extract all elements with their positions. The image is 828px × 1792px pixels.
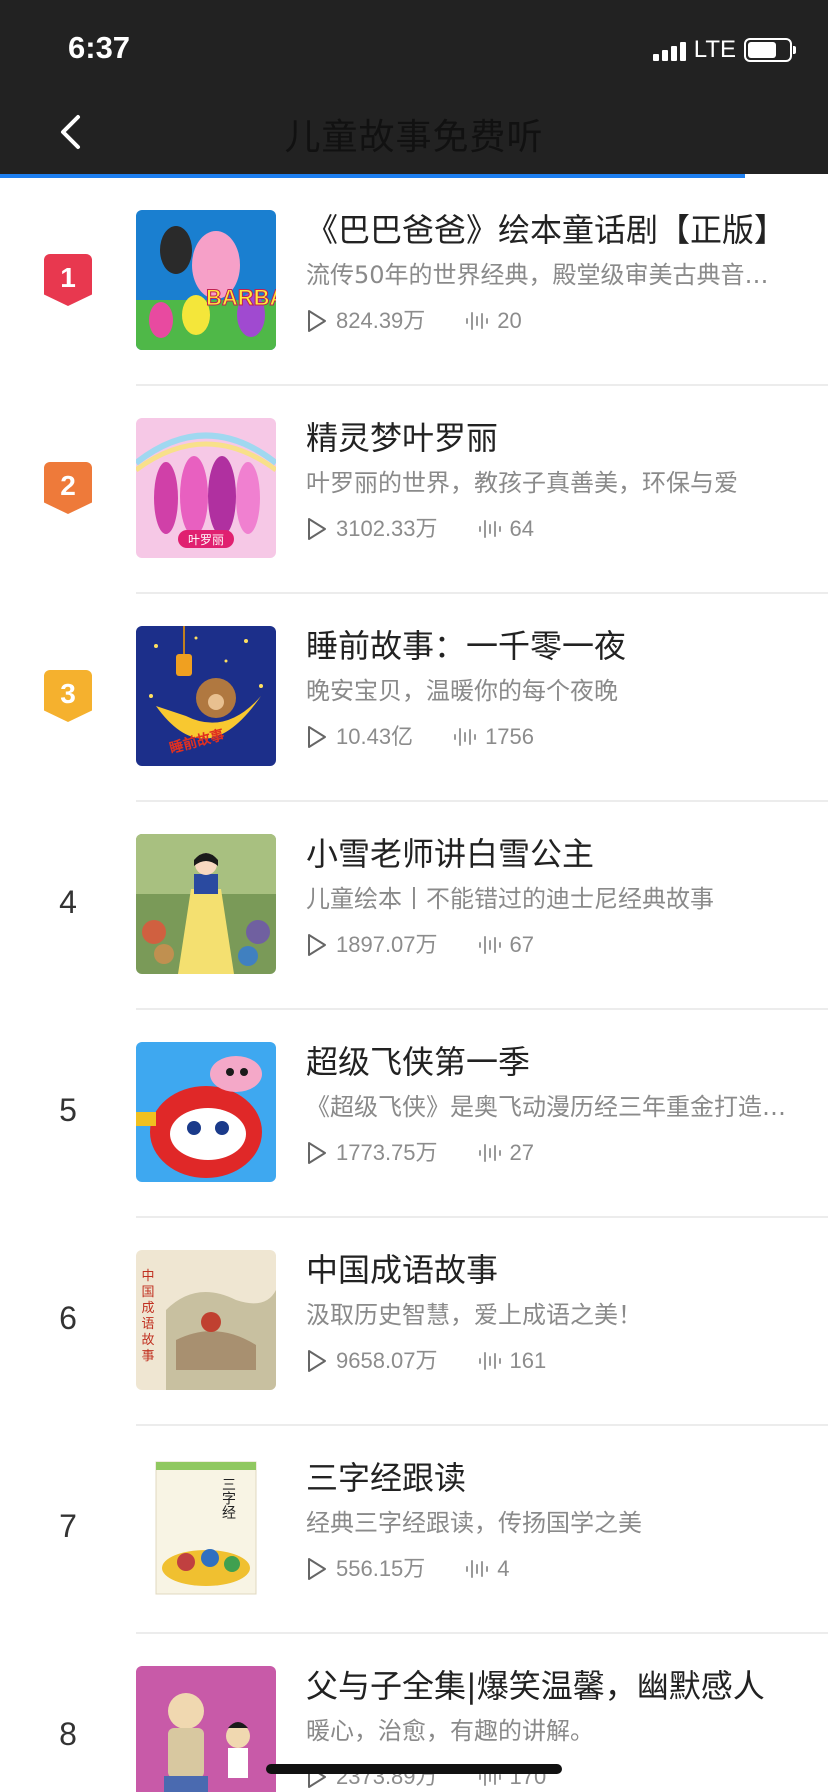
item-desc: 儿童绘本丨不能错过的迪士尼经典故事 (306, 885, 714, 913)
item-desc: 《超级飞侠》是奥飞动漫历经三年重金打造的… (306, 1093, 788, 1121)
cover-image: 睡前故事 (136, 626, 276, 766)
home-indicator[interactable] (266, 1764, 562, 1774)
cover-image (136, 834, 276, 974)
list-item[interactable]: 3 睡前故事 睡前故事：一千零一夜 晚安宝贝，温暖你的每个夜晚 10.43亿 1… (0, 594, 828, 802)
rank-badge-bronze: 3 (44, 670, 92, 722)
battery-icon (744, 38, 796, 62)
item-title: 父与子全集|爆笑温馨，幽默感人 (306, 1667, 765, 1705)
tracks-icon (466, 1560, 489, 1578)
item-desc: 晚安宝贝，温暖你的每个夜晚 (306, 677, 618, 705)
rank-badge-gold: 1 (44, 254, 92, 306)
rank-number: 6 (59, 1300, 77, 1336)
track-count: 67 (509, 932, 535, 957)
item-title: 《巴巴爸爸》绘本童话剧【正版】 (306, 211, 787, 249)
play-count: 556.15万 (336, 1556, 426, 1581)
tracks-icon (478, 1144, 501, 1162)
play-icon (308, 1558, 326, 1580)
track-count: 1756 (485, 724, 535, 749)
list-item[interactable]: 1 BARBA 《巴巴爸爸》绘本童话剧【正版】 流传50年的世界经典，殿堂级审美… (0, 178, 828, 386)
cover-image: 中国成语故事 (136, 1250, 276, 1390)
cover-logo-text: 叶罗丽 (188, 533, 224, 547)
track-count: 20 (497, 308, 522, 333)
status-time: 6:37 (68, 30, 131, 65)
play-count: 10.43亿 (336, 724, 414, 749)
signal-icon (652, 39, 686, 61)
play-count: 3102.33万 (336, 516, 438, 541)
story-list: 1 BARBA 《巴巴爸爸》绘本童话剧【正版】 流传50年的世界经典，殿堂级审美… (0, 178, 828, 1792)
list-item[interactable]: 6 中国成语故事 中国成语故事 汲取历史智慧，爱上成语之美！ 9658.07万 (0, 1218, 828, 1426)
play-icon (308, 934, 326, 956)
rank-number: 4 (59, 884, 77, 920)
status-indicators: LTE (652, 36, 796, 64)
rank-number: 7 (59, 1508, 77, 1544)
tracks-icon (478, 520, 501, 538)
tracks-icon (478, 936, 501, 954)
play-count: 9658.07万 (336, 1348, 438, 1373)
track-count: 64 (509, 516, 535, 541)
cover-logo-text: BARBA (206, 285, 276, 310)
list-item[interactable]: 7 三字经 三字经跟读 经典三字经跟读，传扬国学之美 556.15万 4 (0, 1426, 828, 1634)
list-item[interactable]: 4 小雪老师讲白雪公主 儿童绘本丨不能错过的迪士尼经典故事 1897.07万 6… (0, 802, 828, 1010)
item-desc: 流传50年的世界经典，殿堂级审美古典音乐剧 (306, 261, 788, 289)
network-type: LTE (693, 36, 736, 63)
cover-image: 叶罗丽 (136, 418, 276, 558)
play-icon (308, 726, 326, 748)
list-item[interactable]: 5 超级飞侠第一季 《超级飞侠》是奥飞动漫历经三年重金打造的… 1773.75万 (0, 1010, 828, 1218)
item-desc: 汲取历史智慧，爱上成语之美！ (306, 1301, 642, 1329)
item-title: 超级飞侠第一季 (306, 1043, 531, 1081)
item-desc: 叶罗丽的世界，教孩子真善美，环保与爱 (306, 469, 738, 497)
play-count: 824.39万 (336, 308, 426, 333)
rank-number: 8 (59, 1716, 77, 1752)
cover-logo-text: 三字经 (220, 1477, 236, 1519)
track-count: 4 (497, 1556, 510, 1581)
list-item[interactable]: 2 叶罗丽 精灵梦叶罗丽 叶罗丽的世界，教孩子真善美，环保与爱 3102.33万… (0, 386, 828, 594)
item-title: 小雪老师讲白雪公主 (306, 835, 595, 873)
item-title: 精灵梦叶罗丽 (306, 419, 499, 457)
item-title: 睡前故事：一千零一夜 (306, 627, 627, 665)
item-desc: 经典三字经跟读，传扬国学之美 (306, 1509, 642, 1537)
page-title: 儿童故事免费听 (284, 117, 544, 158)
cover-logo-text: 中国成语故事 (141, 1269, 154, 1364)
cover-image: BARBA (136, 210, 276, 350)
rank-number: 5 (59, 1092, 77, 1128)
item-title: 三字经跟读 (306, 1459, 467, 1497)
play-icon (308, 518, 326, 540)
cover-image (136, 1666, 276, 1792)
cover-image (136, 1042, 276, 1182)
play-icon (308, 1142, 326, 1164)
cover-image: 三字经 (136, 1458, 276, 1598)
rank-badge-silver: 2 (44, 462, 92, 514)
play-icon (308, 1350, 326, 1372)
track-count: 161 (509, 1348, 547, 1373)
tracks-icon (466, 312, 489, 330)
tracks-icon (478, 1352, 501, 1370)
tracks-icon (454, 728, 477, 746)
top-bar: 6:37 LTE 儿童故事免费听 (0, 0, 828, 176)
play-count: 1897.07万 (336, 932, 438, 957)
play-icon (308, 310, 326, 332)
item-title: 中国成语故事 (306, 1251, 499, 1289)
play-count: 1773.75万 (336, 1140, 438, 1165)
item-desc: 暖心，治愈，有趣的讲解。 (306, 1717, 594, 1745)
track-count: 27 (509, 1140, 535, 1165)
